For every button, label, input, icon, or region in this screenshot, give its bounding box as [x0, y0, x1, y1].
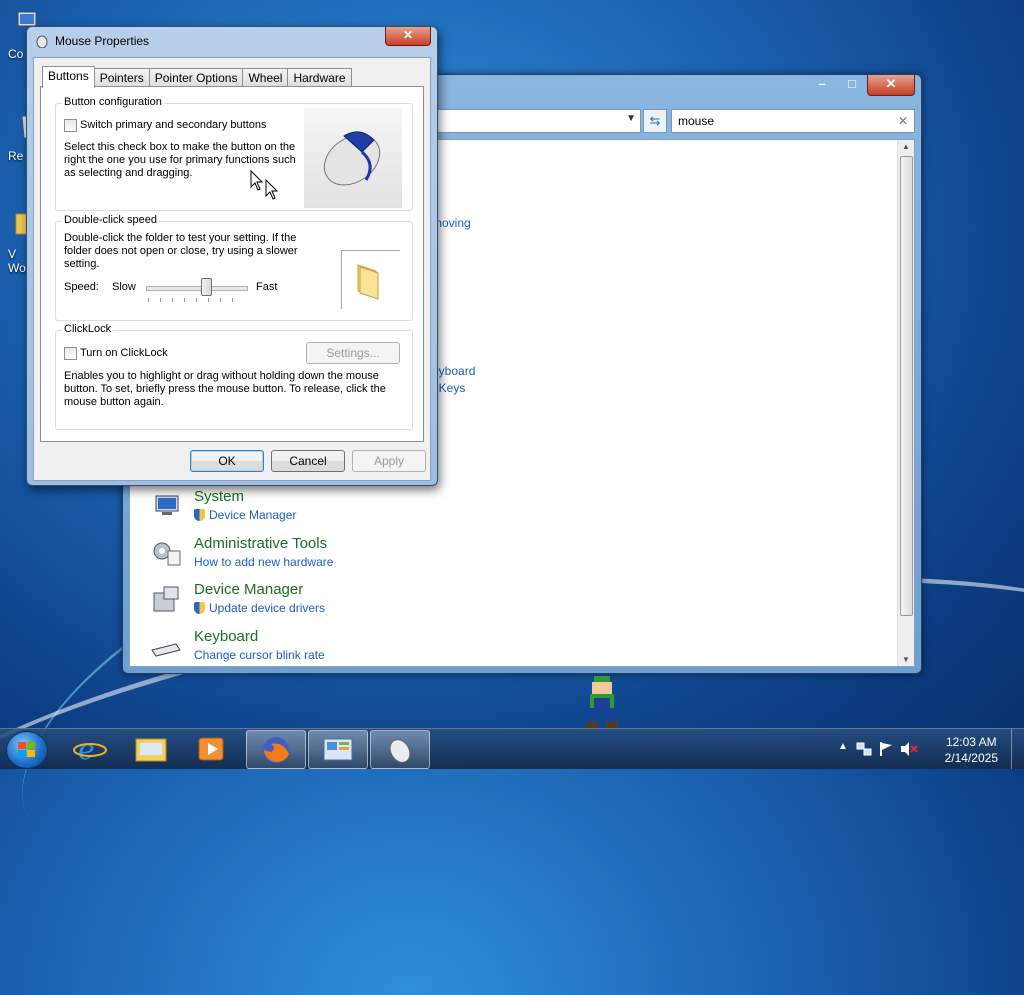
media-player-icon: [198, 737, 224, 761]
slider-ticks: [148, 298, 244, 302]
uac-shield-icon: [194, 509, 205, 521]
mouse-properties-dialog: Mouse Properties ✕ Buttons Pointers Poin…: [26, 26, 438, 486]
clicklock-description: Enables you to highlight or drag without…: [64, 370, 386, 408]
speed-label: Speed:: [64, 281, 99, 293]
button-configuration-group: Button configuration Switch primary and …: [55, 96, 413, 211]
scrollbar-thumb[interactable]: [900, 156, 913, 616]
dialog-body: Buttons Pointers Pointer Options Wheel H…: [33, 57, 431, 481]
scroll-up-icon[interactable]: ▲: [902, 142, 910, 151]
taskbar-firefox[interactable]: [246, 730, 306, 769]
taskbar-ie[interactable]: e: [62, 730, 120, 767]
start-button[interactable]: [6, 731, 48, 769]
taskbar-mouse-properties[interactable]: [370, 730, 430, 769]
tab-hardware[interactable]: Hardware: [287, 68, 352, 87]
tab-pointers[interactable]: Pointers: [93, 68, 150, 87]
ie-icon: e: [73, 733, 107, 766]
search-input[interactable]: mouse ✕: [671, 109, 915, 133]
computer-icon: [155, 495, 179, 515]
taskbar-media-player[interactable]: [182, 730, 240, 767]
mouse-image-icon: [323, 131, 381, 186]
control-panel-icon: [323, 738, 353, 761]
admin-tools-icon: [153, 542, 181, 566]
double-click-description: Double-click the folder to test your set…: [64, 232, 298, 270]
svg-text:e: e: [78, 733, 95, 766]
scroll-down-icon[interactable]: ▼: [902, 655, 910, 664]
double-click-speed-group: Double-click speed Double-click the fold…: [55, 214, 413, 321]
tab-pointer-options[interactable]: Pointer Options: [148, 68, 244, 87]
taskbar-explorer[interactable]: [122, 730, 180, 767]
slow-label: Slow: [112, 281, 136, 293]
mouse-icon: [389, 739, 411, 763]
clicklock-checkbox[interactable]: [64, 347, 77, 360]
dialog-close-button[interactable]: ✕: [385, 27, 431, 46]
ok-button[interactable]: OK: [190, 450, 264, 472]
window-controls: – □ ✕: [807, 75, 915, 96]
system-clock[interactable]: 12:03 AM 2/14/2025: [945, 734, 998, 766]
result-title[interactable]: Administrative Tools: [194, 535, 327, 552]
show-hidden-icons-icon[interactable]: ▲: [838, 741, 848, 752]
buttons-tab-panel: Button configuration Switch primary and …: [40, 86, 424, 442]
tab-strip: Buttons Pointers Pointer Options Wheel H…: [42, 66, 352, 88]
maximize-button[interactable]: □: [837, 75, 867, 95]
group-label: Double-click speed: [62, 214, 159, 226]
cancel-button[interactable]: Cancel: [271, 450, 345, 472]
apply-button[interactable]: Apply: [352, 450, 426, 472]
clear-search-icon[interactable]: ✕: [898, 114, 908, 128]
mouse-illustration: [304, 108, 402, 208]
show-desktop-button[interactable]: [1011, 729, 1024, 769]
device-manager-icon: [153, 586, 179, 612]
folder-icon: [357, 264, 379, 300]
explorer-icon: [135, 738, 167, 762]
firefox-icon: [263, 737, 289, 763]
minimize-button[interactable]: –: [807, 75, 837, 95]
result-title[interactable]: System: [194, 488, 244, 505]
group-label: ClickLock: [62, 323, 114, 335]
network-icon[interactable]: [856, 741, 872, 757]
volume-muted-icon[interactable]: [900, 741, 918, 757]
dialog-title: Mouse Properties: [55, 34, 150, 48]
clicklock-group: ClickLock Turn on ClickLock Settings... …: [55, 323, 413, 430]
switch-buttons-checkbox[interactable]: [64, 119, 77, 132]
result-title[interactable]: Device Manager: [194, 581, 303, 598]
speed-slider-track[interactable]: [146, 286, 248, 291]
result-link-partial[interactable]: eyboard: [432, 364, 475, 378]
result-link[interactable]: Change cursor blink rate: [194, 648, 325, 662]
sprite-character-icon: [586, 676, 618, 728]
clock-date: 2/14/2025: [944, 751, 998, 765]
uac-shield-icon: [194, 602, 205, 614]
group-label: Button configuration: [62, 96, 164, 108]
chevron-down-icon[interactable]: ▼: [626, 113, 636, 124]
windows-logo-icon: [18, 742, 35, 757]
taskbar: e ▲ 12:03 AM 2/14/2025: [0, 728, 1024, 769]
checkbox-label[interactable]: Turn on ClickLock: [80, 347, 168, 360]
action-center-flag-icon[interactable]: [878, 741, 894, 757]
system-tray: ▲ 12:03 AM 2/14/2025: [834, 729, 1024, 769]
result-link[interactable]: How to add new hardware: [194, 555, 333, 569]
clock-time: 12:03 AM: [945, 735, 997, 749]
result-title[interactable]: Keyboard: [194, 628, 258, 645]
result-link[interactable]: Device Manager: [194, 508, 296, 522]
tab-buttons[interactable]: Buttons: [42, 66, 95, 88]
checkbox-label[interactable]: Switch primary and secondary buttons: [80, 119, 266, 132]
refresh-icon[interactable]: ⇆: [643, 109, 667, 133]
taskbar-control-panel[interactable]: [308, 730, 368, 769]
close-button[interactable]: ✕: [867, 75, 915, 96]
vertical-scrollbar[interactable]: ▲ ▼: [897, 140, 914, 666]
result-link[interactable]: Update device drivers: [194, 601, 325, 615]
mouse-cursor-icon: [250, 170, 279, 200]
clicklock-settings-button[interactable]: Settings...: [306, 342, 400, 364]
speed-slider-thumb[interactable]: [201, 278, 212, 296]
tab-wheel[interactable]: Wheel: [242, 68, 289, 87]
test-folder-area[interactable]: [341, 250, 400, 309]
fast-label: Fast: [256, 281, 278, 293]
mouse-icon: [36, 35, 48, 48]
keyboard-icon: [151, 643, 181, 657]
search-input-value: mouse: [678, 114, 715, 128]
